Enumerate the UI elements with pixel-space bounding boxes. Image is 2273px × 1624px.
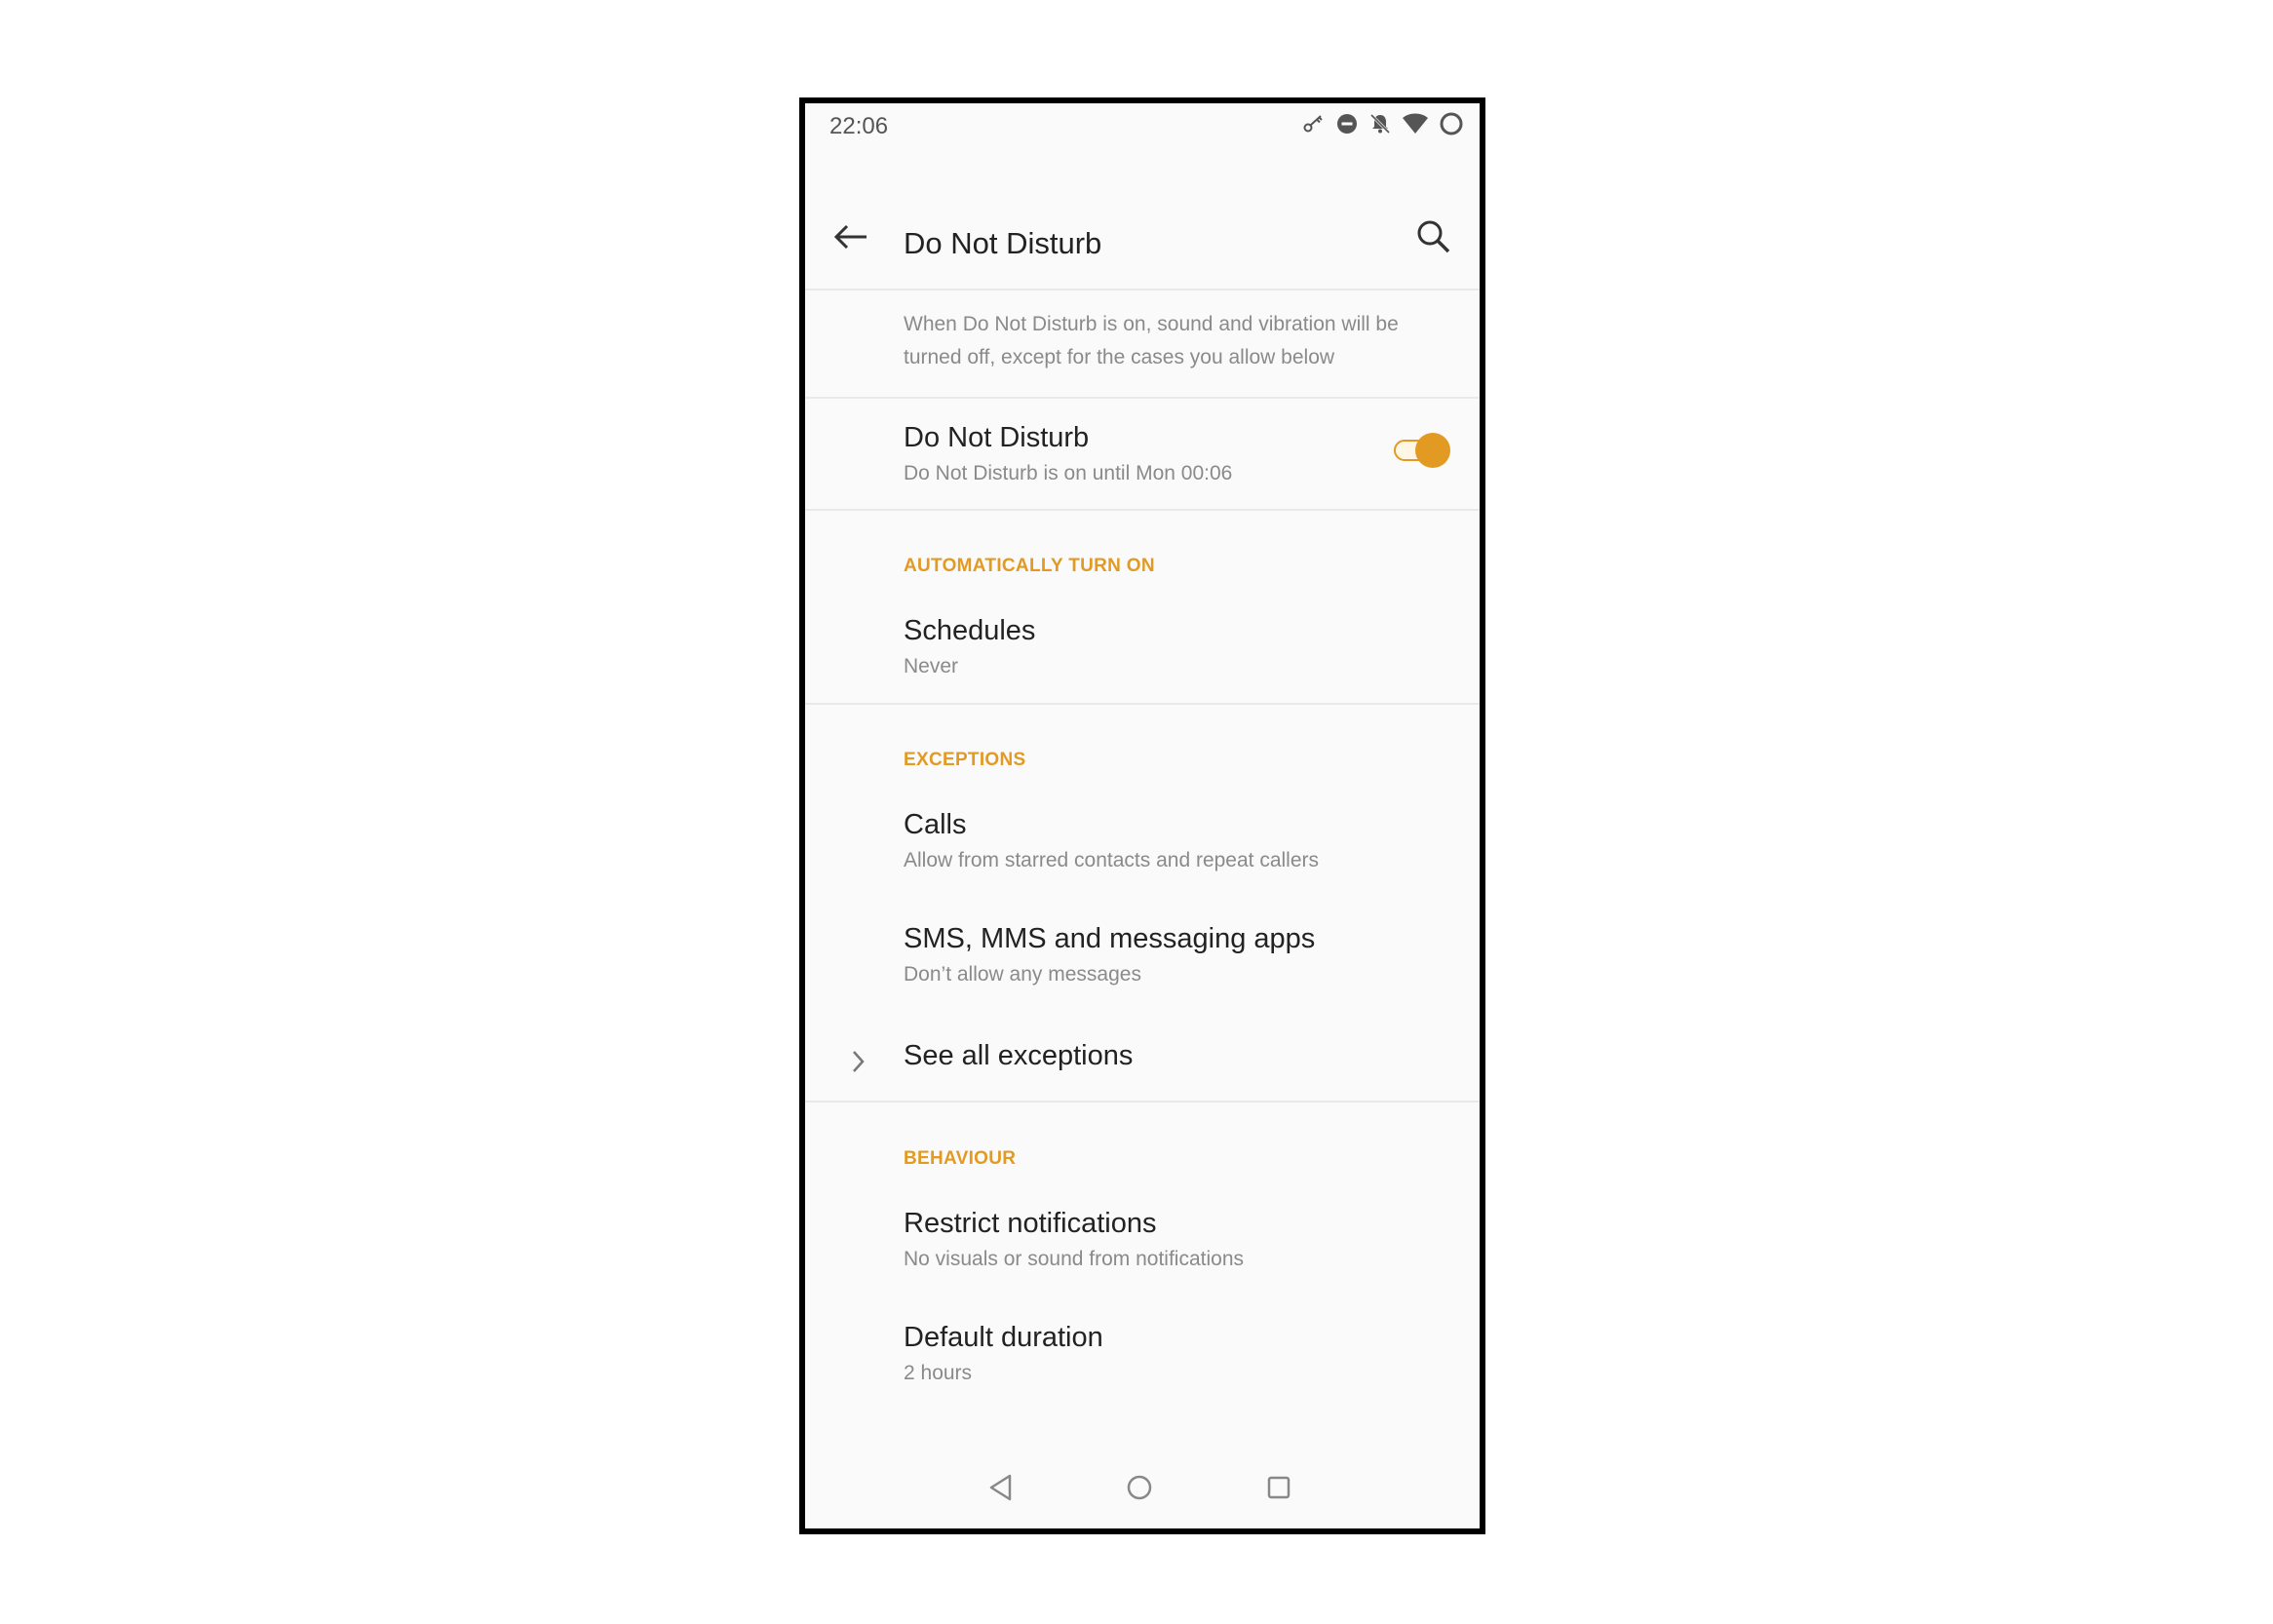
calls-title: Calls xyxy=(904,809,967,840)
dnd-switch[interactable] xyxy=(1390,431,1450,470)
divider xyxy=(805,509,1480,511)
duration-subtitle: 2 hours xyxy=(904,1362,973,1384)
nav-back-button[interactable] xyxy=(982,1470,1021,1509)
bell-off-icon xyxy=(1368,112,1392,135)
schedules-subtitle: Never xyxy=(904,655,959,677)
messages-title: SMS, MMS and messaging apps xyxy=(904,923,1316,954)
nav-bar xyxy=(805,1450,1480,1528)
divider xyxy=(805,397,1480,399)
battery-ring-icon xyxy=(1439,111,1464,136)
schedules-title: Schedules xyxy=(904,615,1036,646)
intro-description: When Do Not Disturb is on, sound and vib… xyxy=(904,313,1399,368)
divider xyxy=(805,703,1480,705)
section-header-auto: AUTOMATICALLY TURN ON xyxy=(904,556,1155,576)
nav-recents-button[interactable] xyxy=(1259,1470,1298,1509)
search-button[interactable] xyxy=(1409,214,1458,263)
switch-thumb xyxy=(1415,433,1450,468)
status-icons xyxy=(1302,111,1464,136)
search-icon xyxy=(1414,217,1453,261)
duration-title: Default duration xyxy=(904,1322,1103,1353)
see-all-exceptions-title: See all exceptions xyxy=(904,1040,1134,1071)
restrict-subtitle: No visuals or sound from notifications xyxy=(904,1248,1244,1270)
divider xyxy=(805,1101,1480,1102)
status-time: 22:06 xyxy=(829,113,889,139)
page-title: Do Not Disturb xyxy=(904,226,1102,260)
dnd-minus-icon xyxy=(1335,112,1359,135)
wifi-icon xyxy=(1402,112,1429,135)
calls-subtitle: Allow from starred contacts and repeat c… xyxy=(904,849,1320,871)
back-button[interactable] xyxy=(827,214,875,263)
divider xyxy=(805,289,1480,290)
messages-subtitle: Don’t allow any messages xyxy=(904,963,1141,986)
vpn-key-icon xyxy=(1302,112,1326,135)
nav-recents-icon xyxy=(1264,1473,1293,1507)
nav-home-button[interactable] xyxy=(1120,1470,1159,1509)
section-header-exceptions: EXCEPTIONS xyxy=(904,750,1026,770)
section-header-behaviour: BEHAVIOUR xyxy=(904,1148,1017,1169)
dnd-subtitle: Do Not Disturb is on until Mon 00:06 xyxy=(904,462,1233,484)
app-bar: Do Not Disturb xyxy=(805,197,1480,290)
dnd-title: Do Not Disturb xyxy=(904,422,1090,453)
chevron-right-icon xyxy=(840,1044,875,1079)
restrict-title: Restrict notifications xyxy=(904,1208,1157,1239)
arrow-left-icon xyxy=(831,217,870,261)
phone-screen: 22:06 Do Not Disturb When Do Not Disturb… xyxy=(799,97,1485,1534)
nav-home-icon xyxy=(1125,1473,1154,1507)
nav-back-icon xyxy=(986,1473,1016,1507)
